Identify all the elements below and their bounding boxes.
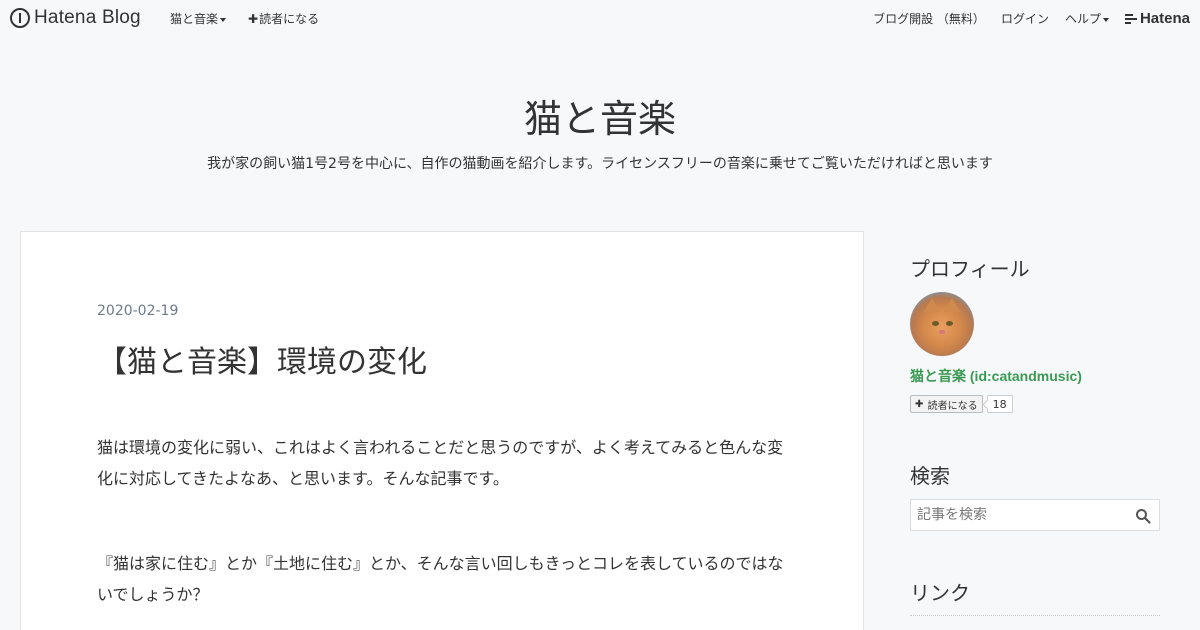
caret-down-icon [1102, 17, 1109, 22]
help-menu[interactable]: ヘルプ [1065, 10, 1109, 27]
hatena-brand-link[interactable]: Hatena [1124, 10, 1190, 27]
caret-down-icon [220, 17, 227, 22]
entry-paragraph: 猫は環境の変化に弱い、これはよく言われることだと思うのですが、よく考えてみると色… [97, 438, 784, 488]
plus-icon: ✚ [915, 398, 924, 410]
search-icon[interactable] [1135, 508, 1151, 524]
entry-title[interactable]: 【猫と音楽】環境の変化 [97, 337, 427, 381]
hatena-brand-icon [1124, 14, 1137, 24]
entry-card: 2020-02-19 【猫と音楽】環境の変化 猫は環境の変化に弱い、これはよく言… [20, 231, 864, 630]
global-header: Hatena Blog 猫と音楽 ✚読者になる ブログ開設 （無料） ログイン … [0, 0, 1200, 36]
search-form [910, 499, 1160, 531]
subscribe-button[interactable]: ✚ 読者になる [910, 395, 983, 413]
logo-text: Hatena Blog [34, 7, 141, 28]
subscribe-label: 読者になる [259, 12, 320, 26]
blog-menu-label: 猫と音楽 [170, 12, 219, 26]
reader-row: ✚ 読者になる 18 [910, 395, 1160, 413]
profile-name-link[interactable]: 猫と音楽 (id:catandmusic) [910, 366, 1160, 386]
links-heading: リンク [910, 581, 970, 605]
hatena-logo-icon [10, 8, 30, 28]
search-heading: 検索 [910, 464, 950, 488]
search-input[interactable] [911, 507, 1131, 523]
subscribe-button-label: 読者になる [927, 400, 978, 412]
avatar[interactable] [910, 292, 974, 356]
open-blog-link[interactable]: ブログ開設 （無料） [873, 10, 985, 27]
nav-left: 猫と音楽 ✚読者になる [170, 10, 319, 27]
profile-heading: プロフィール [910, 257, 1030, 281]
blog-description: 我が家の飼い猫1号2号を中心に、自作の猫動画を紹介します。ライセンスフリーの音楽… [207, 156, 993, 172]
blog-title[interactable]: 猫と音楽 [0, 88, 1200, 143]
login-link[interactable]: ログイン [1001, 10, 1049, 27]
divider [910, 615, 1160, 616]
nav-right: ブログ開設 （無料） ログイン ヘルプ Hatena [857, 10, 1190, 27]
reader-count: 18 [986, 395, 1013, 413]
plus-icon: ✚ [248, 12, 259, 26]
subscribe-link[interactable]: ✚読者になる [248, 10, 319, 27]
entry-paragraph: 『猫は家に住む』とか『土地に住む』とか、そんな言い回しもきっとコレを表しているの… [97, 554, 784, 604]
help-label: ヘルプ [1064, 12, 1101, 26]
hatena-blog-logo[interactable]: Hatena Blog [10, 7, 141, 29]
entry-date[interactable]: 2020-02-19 [97, 303, 178, 319]
blog-menu[interactable]: 猫と音楽 [170, 10, 227, 27]
hatena-brand-label: Hatena [1139, 10, 1190, 27]
